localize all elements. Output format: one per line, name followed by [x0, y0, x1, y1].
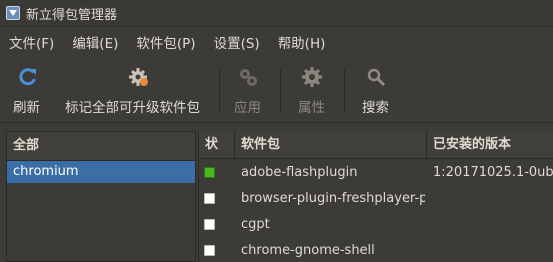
filter-list: 全部 chromium — [6, 131, 196, 262]
table-row[interactable]: chrome-gnome-shell — [199, 238, 553, 262]
properties-button[interactable]: 属性 — [290, 58, 334, 122]
search-button[interactable]: 搜索 — [354, 58, 398, 122]
title-bar: 新立得包管理器 — [0, 0, 553, 27]
refresh-icon — [19, 68, 36, 86]
installed-version — [433, 212, 553, 238]
mark-upgrades-icon — [129, 68, 148, 86]
column-package[interactable]: 软件包 — [235, 131, 427, 159]
menu-file[interactable]: 文件(F) — [0, 32, 63, 52]
column-installed-version[interactable]: 已安装的版本 — [427, 131, 553, 159]
not-installed-status-icon[interactable] — [204, 193, 215, 204]
package-name: chrome-gnome-shell — [241, 243, 375, 258]
installed-version — [433, 238, 553, 262]
window-title: 新立得包管理器 — [26, 7, 118, 23]
filter-list-header[interactable]: 全部 — [7, 132, 195, 161]
apply-icon — [240, 69, 257, 86]
installed-version — [433, 186, 553, 212]
toolbar-separator — [219, 68, 220, 112]
menu-edit[interactable]: 编辑(E) — [63, 32, 127, 52]
mark-all-upgrades-button[interactable]: 标记全部可升级软件包 — [62, 58, 212, 122]
menu-settings[interactable]: 设置(S) — [205, 32, 269, 52]
toolbar-separator — [344, 68, 345, 112]
installed-status-icon[interactable] — [204, 167, 215, 178]
table-row[interactable]: adobe-flashplugin 1:20171025.1-0ubu — [199, 160, 553, 186]
menu-bar: 文件(F) 编辑(E) 软件包(P) 设置(S) 帮助(H) — [0, 27, 553, 57]
not-installed-status-icon[interactable] — [204, 219, 215, 230]
package-name: adobe-flashplugin — [241, 165, 358, 180]
menu-help[interactable]: 帮助(H) — [269, 32, 335, 52]
search-icon — [367, 68, 386, 87]
app-icon — [6, 6, 20, 20]
column-status[interactable]: 状 — [199, 131, 235, 159]
filter-item-chromium[interactable]: chromium — [7, 161, 195, 183]
package-table: 状 软件包 已安装的版本 adobe-flashplugin 1:2017102… — [198, 131, 553, 262]
table-row[interactable]: cgpt — [199, 212, 553, 238]
package-name: cgpt — [241, 217, 270, 232]
refresh-label: 刷新 — [13, 100, 40, 116]
properties-label: 属性 — [298, 100, 325, 116]
apply-label: 应用 — [234, 100, 261, 116]
installed-version: 1:20171025.1-0ubu — [433, 165, 553, 180]
menu-package[interactable]: 软件包(P) — [127, 32, 204, 52]
toolbar-separator — [280, 68, 281, 112]
properties-icon — [302, 67, 322, 87]
table-row[interactable]: browser-plugin-freshplayer-p — [199, 186, 553, 212]
apply-button[interactable]: 应用 — [226, 58, 270, 122]
toolbar: 刷新 标记全部可升级软件包 应用 属性 搜索 — [0, 58, 553, 123]
refresh-button[interactable]: 刷新 — [6, 58, 50, 122]
not-installed-status-icon[interactable] — [204, 245, 215, 256]
package-name: browser-plugin-freshplayer-p — [241, 191, 425, 206]
mark-all-upgrades-label: 标记全部可升级软件包 — [65, 100, 200, 116]
search-label: 搜索 — [362, 100, 389, 116]
